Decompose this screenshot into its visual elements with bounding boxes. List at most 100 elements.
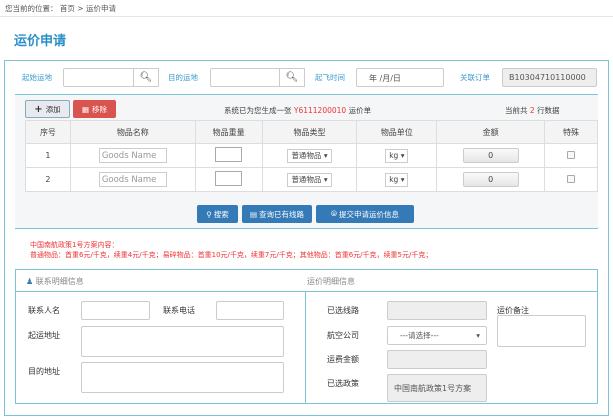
count-prefix: 当前共 [505, 106, 528, 115]
submit-button[interactable]: ⦾ 提交申请运价信息 [316, 205, 414, 223]
amount-button[interactable]: 0 [462, 172, 519, 187]
contact-header: ♟ 联系明细信息 [26, 276, 84, 287]
contact-phone-input[interactable] [216, 301, 284, 320]
route-label: 已选线路 [327, 306, 359, 315]
order-number: Y6111200010 [293, 106, 347, 115]
row-number: 2 [25, 167, 71, 192]
divider [15, 228, 598, 229]
route-input [387, 301, 487, 320]
from-address-label: 起运地址 [28, 331, 60, 340]
upload-icon: ⦾ [331, 209, 337, 218]
weight-input[interactable] [215, 147, 243, 162]
special-checkbox[interactable] [567, 174, 576, 183]
amount-button[interactable]: 0 [462, 148, 519, 163]
page-title: 运价申请 [14, 34, 67, 49]
search-icon: 🔍︎ [285, 72, 299, 83]
unit-select[interactable]: kg ▾ [385, 148, 409, 163]
header-cell: 物品单位 [356, 120, 438, 144]
generation-message: 系统已为您生成一张 Y6111200010 运价单 [224, 105, 371, 116]
unit-select[interactable]: kg ▾ [385, 172, 409, 187]
table-header: 序号 物品名称 物品重量 物品类型 物品单位 金额 特殊 [25, 120, 598, 144]
table-row: 2 Goods Name 普通物品 ▾ kg ▾ 0 [25, 167, 598, 192]
origin-input[interactable] [63, 68, 134, 87]
query-routes-button[interactable]: ▤ 查询已有线路 [242, 205, 312, 223]
divider [0, 16, 613, 17]
contact-phone-label: 联系电话 [163, 306, 195, 315]
policy-title: 中国南航政策1号方案内容： [30, 241, 119, 249]
query-routes-label: 查询已有线路 [259, 209, 305, 219]
fee-input [387, 350, 487, 369]
message-prefix: 系统已为您生成一张 [224, 106, 292, 115]
type-select[interactable]: 普通物品 ▾ [287, 172, 332, 187]
type-select[interactable]: 普通物品 ▾ [287, 148, 332, 163]
search-icon: ⚲ [206, 209, 212, 219]
message-suffix: 运价单 [348, 106, 372, 115]
breadcrumb-prefix: 您当前的位置： [5, 4, 58, 13]
trash-icon: ▦ [81, 104, 90, 114]
origin-label: 起始运地 [22, 73, 52, 82]
to-address-textarea[interactable] [81, 362, 284, 393]
table-row: 1 Goods Name 普通物品 ▾ kg ▾ 0 [25, 143, 598, 168]
remark-textarea[interactable] [497, 315, 586, 347]
unit-value: kg [389, 150, 399, 160]
caret-down-icon: ▾ [323, 150, 328, 160]
freight-header: 运价明细信息 [307, 277, 355, 286]
airline-value: ---请选择--- [400, 331, 439, 340]
fee-label: 运费金额 [327, 355, 359, 364]
policy-content: 普通物品：首重6元/千克，续重4元/千克；易碎物品：首重10元/千克，续重7元/… [30, 251, 433, 259]
list-icon: ▤ [249, 209, 258, 219]
weight-input[interactable] [215, 171, 243, 186]
breadcrumb-home[interactable]: 首页 [60, 4, 75, 13]
from-address-textarea[interactable] [81, 326, 284, 357]
search-button[interactable]: ⚲ 搜索 [197, 205, 238, 223]
search-label: 搜索 [213, 209, 229, 219]
special-checkbox[interactable] [567, 150, 576, 159]
to-address-label: 目的地址 [28, 367, 60, 376]
breadcrumb: 您当前的位置： 首页 > 运价申请 [5, 3, 116, 14]
row-count: 当前共 2 行数据 [505, 105, 560, 116]
delete-label: 移除 [92, 104, 108, 114]
header-cell: 序号 [25, 120, 71, 144]
row-number: 1 [25, 143, 71, 168]
type-value: 普通物品 [291, 174, 322, 184]
delete-button[interactable]: ▦ 移除 [73, 100, 116, 118]
caret-down-icon: ▾ [476, 331, 480, 340]
submit-label: 提交申请运价信息 [339, 209, 399, 219]
header-cell: 物品类型 [261, 120, 358, 144]
count-value: 2 [529, 106, 535, 115]
header-cell: 金额 [436, 120, 546, 144]
caret-down-icon: ▾ [400, 174, 405, 184]
divider [15, 291, 598, 292]
plus-icon: + [34, 103, 43, 115]
date-input[interactable]: 年 /月/日 [356, 68, 444, 87]
dest-label: 目的运地 [168, 73, 198, 82]
unit-value: kg [389, 174, 399, 184]
dest-input[interactable] [210, 68, 280, 87]
add-label: 添加 [45, 104, 61, 114]
goods-name-input[interactable]: Goods Name [98, 172, 167, 187]
order-label: 关联订单 [460, 73, 490, 82]
type-value: 普通物品 [291, 150, 322, 160]
airline-select[interactable]: ---请选择--- ▾ [387, 326, 487, 345]
header-cell: 物品名称 [69, 120, 196, 144]
goods-name-input[interactable]: Goods Name [98, 148, 167, 163]
header-cell: 物品重量 [194, 120, 263, 144]
contact-header-label: 联系明细信息 [35, 277, 84, 286]
dest-search-button[interactable]: 🔍︎ [279, 68, 305, 87]
date-label: 起飞时间 [315, 73, 345, 82]
contact-name-input[interactable] [81, 301, 150, 320]
count-suffix: 行数据 [537, 106, 560, 115]
policy-label: 已选政策 [327, 379, 359, 388]
header-cell: 特殊 [544, 120, 598, 144]
order-input: B10304710110000 [502, 68, 597, 87]
airline-label: 航空公司 [327, 331, 359, 340]
breadcrumb-separator: > [77, 4, 84, 13]
user-icon: ♟ [26, 277, 34, 286]
breadcrumb-current: 运价申请 [85, 4, 116, 13]
divider [305, 291, 306, 404]
origin-search-button[interactable]: 🔍︎ [133, 68, 159, 87]
goods-table: 序号 物品名称 物品重量 物品类型 物品单位 金额 特殊 1 Goods Nam… [25, 120, 598, 192]
caret-down-icon: ▾ [323, 174, 328, 184]
search-icon: 🔍︎ [139, 72, 153, 83]
add-button[interactable]: + 添加 [25, 100, 70, 118]
